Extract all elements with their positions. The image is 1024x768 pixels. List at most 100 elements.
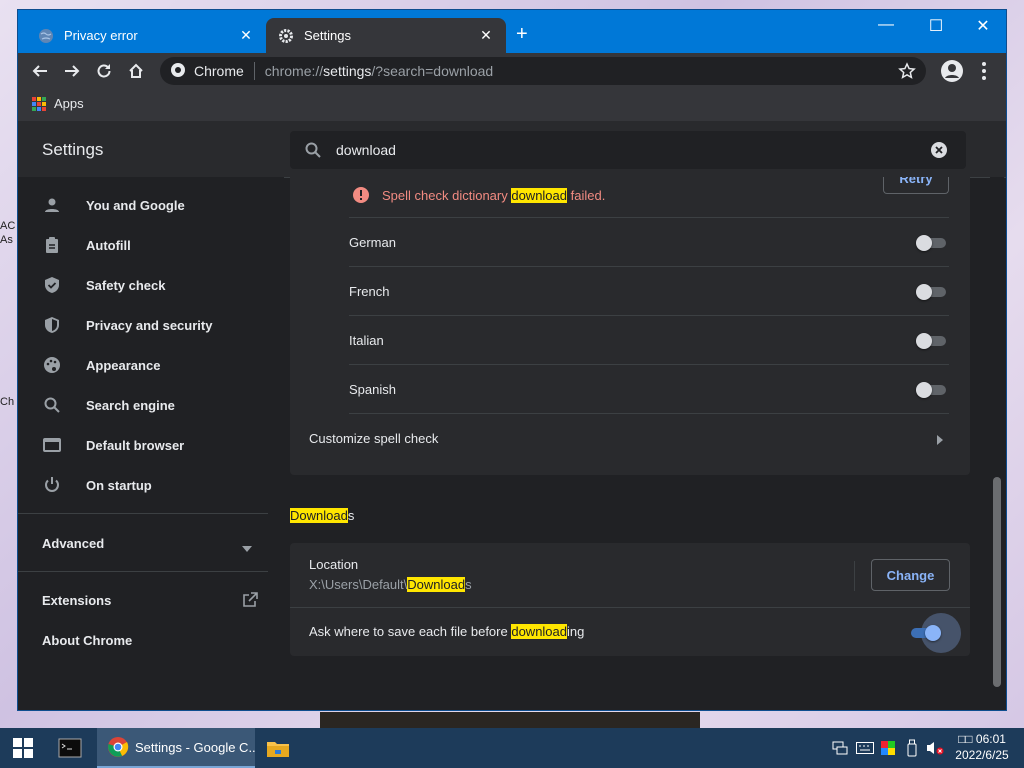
sidebar-item-label: Autofill (86, 237, 131, 253)
sidebar-item-label: On startup (86, 477, 152, 493)
shield-icon (42, 315, 62, 335)
tab-settings[interactable]: Settings ✕ (266, 18, 506, 53)
profile-avatar-icon[interactable] (940, 59, 964, 83)
dictionary-error: Spell check dictionary download failed. (352, 186, 605, 204)
arrow-left-icon (32, 65, 47, 77)
sidebar-item-safety-check[interactable]: Safety check (18, 265, 284, 305)
sidebar-item-label: Safety check (86, 277, 166, 293)
url-text[interactable]: chrome://settings/?search=download (265, 63, 493, 79)
ask-after: ing (567, 624, 585, 639)
sidebar-item-autofill[interactable]: Autofill (18, 225, 284, 265)
error-text-highlight: download (511, 187, 567, 203)
heading-highlight: Download (290, 508, 348, 523)
chrome-logo-icon (170, 62, 186, 81)
path-before: X:\Users\Default\ (309, 577, 408, 592)
url-host: settings (323, 63, 372, 79)
sidebar-item-privacy-and-security[interactable]: Privacy and security (18, 305, 284, 345)
sidebar-item-label: Advanced (42, 536, 105, 551)
error-text-after: failed. (567, 187, 606, 203)
tab-strip: Privacy error ✕ Settings ✕ + — ☐ ✕ (18, 10, 1006, 53)
language-row-italian: Italian (349, 315, 949, 365)
language-row-french: French (349, 266, 949, 316)
location-label: Location (309, 557, 359, 572)
clear-search-icon[interactable] (930, 141, 948, 159)
back-button[interactable] (28, 59, 52, 83)
customize-spell-check-row[interactable]: Customize spell check (309, 413, 949, 463)
bookmark-star-icon[interactable] (898, 62, 916, 83)
spellcheck-toggle-spanish[interactable] (916, 382, 946, 398)
tab-label: Settings (304, 28, 351, 43)
scrollbar[interactable] (990, 177, 1004, 710)
clock-date: 2022/6/25 (955, 748, 1009, 762)
apps-label: Apps (54, 96, 84, 111)
browser-toolbar: Chrome chrome://settings/?search=downloa… (18, 53, 1006, 89)
sidebar-divider (18, 571, 268, 572)
spellcheck-toggle-french[interactable] (916, 284, 946, 300)
network-icon[interactable] (832, 736, 848, 760)
url-path: /?search=download (371, 63, 494, 79)
volume-muted-icon[interactable] (926, 736, 944, 760)
terminal-taskbar-button[interactable] (58, 728, 86, 768)
power-icon (42, 475, 62, 495)
ask-where-label: Ask where to save each file before downl… (309, 624, 584, 639)
search-icon (42, 395, 62, 415)
ask-highlight: download (511, 624, 567, 639)
tab-privacy-error[interactable]: Privacy error ✕ (26, 18, 266, 53)
maximize-button[interactable]: ☐ (921, 16, 951, 36)
change-location-button[interactable]: Change (871, 559, 950, 591)
sidebar-extensions[interactable]: Extensions (42, 592, 258, 608)
spellcheck-toggle-german[interactable] (916, 235, 946, 251)
language-name: German (349, 235, 396, 250)
language-name: Spanish (349, 382, 396, 397)
apps-bookmark[interactable]: Apps (32, 96, 84, 111)
omnibox[interactable]: Chrome chrome://settings/?search=downloa… (160, 57, 926, 85)
search-input[interactable]: download (336, 142, 930, 158)
color-icon[interactable] (880, 736, 896, 760)
path-highlight: Download (407, 577, 466, 592)
sidebar-item-search-engine[interactable]: Search engine (18, 385, 284, 425)
downloads-heading: Downloads (290, 508, 354, 523)
close-window-button[interactable]: ✕ (968, 16, 998, 36)
sidebar-advanced[interactable]: Advanced (42, 536, 252, 552)
sidebar-item-default-browser[interactable]: Default browser (18, 425, 284, 465)
minimize-button[interactable]: — (871, 16, 901, 34)
close-tab-icon[interactable]: ✕ (478, 27, 494, 44)
usb-drive-icon[interactable] (906, 736, 918, 760)
triangle-down-icon (242, 540, 252, 555)
sidebar-item-label: Privacy and security (86, 317, 213, 333)
file-explorer-taskbar-button[interactable] (266, 728, 292, 768)
ask-where-toggle[interactable] (911, 625, 941, 641)
url-scheme: chrome:// (264, 63, 324, 79)
scrollbar-thumb[interactable] (993, 477, 1001, 687)
menu-kebab-icon[interactable] (976, 59, 992, 83)
sidebar-item-on-startup[interactable]: On startup (18, 465, 284, 505)
spellcheck-card: Spell check dictionary download failed. … (290, 177, 970, 475)
sidebar-item-you-and-google[interactable]: You and Google (18, 185, 284, 225)
sidebar-item-label: Appearance (86, 357, 161, 373)
close-tab-icon[interactable]: ✕ (238, 27, 254, 44)
reload-icon (97, 64, 111, 78)
keyboard-icon[interactable] (856, 736, 874, 760)
desktop-edge-text: As (0, 234, 13, 246)
settings-search-box[interactable]: download (290, 131, 966, 169)
forward-button[interactable] (60, 59, 84, 83)
chrome-window: Privacy error ✕ Settings ✕ + — ☐ ✕ Chrom… (18, 10, 1006, 710)
desktop-edge-text: Ch (0, 396, 15, 408)
sidebar-item-label: Default browser (86, 437, 185, 453)
page-title: Settings (42, 140, 104, 159)
reload-button[interactable] (92, 59, 116, 83)
sidebar-item-label: Extensions (42, 593, 112, 608)
sidebar-item-appearance[interactable]: Appearance (18, 345, 284, 385)
retry-button[interactable]: Retry (883, 177, 949, 194)
new-tab-button[interactable]: + (516, 24, 528, 44)
spellcheck-toggle-italian[interactable] (916, 333, 946, 349)
sidebar-about-chrome[interactable]: About Chrome (42, 633, 132, 648)
arrow-right-icon (65, 65, 80, 77)
start-button[interactable] (12, 728, 38, 768)
system-clock[interactable]: □□ 06:01 2022/6/25 (952, 731, 1012, 763)
language-name: French (349, 284, 390, 299)
chrome-taskbar-button[interactable]: Settings - Google C... (97, 728, 255, 768)
home-button[interactable] (124, 59, 148, 83)
home-icon (129, 63, 143, 78)
background-window (320, 712, 700, 728)
